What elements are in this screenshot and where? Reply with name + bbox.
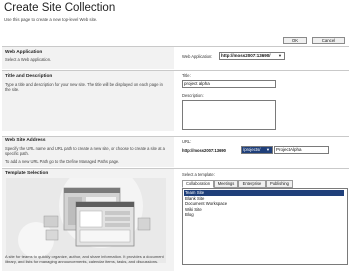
template-description: A site for teams to quickly organize, au… (5, 254, 164, 265)
description-textarea[interactable] (182, 100, 276, 130)
title-label: Title: (182, 73, 191, 78)
template-selection-heading: Template Selection (5, 171, 49, 176)
web-application-label: Web Application: (182, 54, 213, 59)
cancel-button[interactable]: Cancel (312, 37, 345, 44)
web-application-help: Select a Web application. (5, 57, 52, 62)
page-title: Create Site Collection (4, 2, 116, 14)
template-preview-graphic (6, 178, 166, 263)
select-template-label: Select a template: (182, 172, 215, 177)
title-description-heading: Title and Description (5, 74, 53, 79)
title-description-help: Type a title and description for your ne… (5, 82, 163, 93)
title-help-pane (2, 71, 174, 131)
tab-enterprise[interactable]: Enterprise (238, 180, 266, 188)
template-item-blog[interactable]: Blog (184, 212, 344, 218)
page-subtitle: Use this page to create a new top-level … (4, 17, 98, 22)
url-base: http://moss2007:13690 (182, 148, 226, 153)
web-application-heading: Web Application (5, 50, 43, 55)
site-address-heading: Web Site Address (5, 138, 46, 143)
site-address-help: Specify the URL name and URL path to cre… (5, 146, 165, 157)
url-name-input[interactable]: ProjectAlpha (274, 146, 329, 154)
description-label: Description: (182, 93, 204, 98)
template-list[interactable]: Team Site Blank Site Document Workspace … (182, 188, 348, 265)
chevron-down-icon[interactable]: ▼ (278, 53, 282, 58)
template-preview-image (6, 178, 166, 263)
url-label: URL: (182, 139, 192, 144)
tab-collaboration[interactable]: Collaboration (182, 180, 214, 188)
tab-meetings[interactable]: Meetings (214, 180, 238, 188)
web-application-value: http://moss2007:13690/ (221, 53, 271, 58)
tab-publishing[interactable]: Publishing (266, 180, 293, 188)
chevron-down-icon[interactable]: ▼ (266, 147, 270, 152)
web-application-select[interactable]: http://moss2007:13690/ (219, 52, 285, 60)
title-input[interactable]: project alpha (182, 80, 276, 88)
ok-button[interactable]: OK (283, 37, 307, 44)
managed-paths-help: To add a new URL Path go to the Define M… (5, 159, 120, 164)
